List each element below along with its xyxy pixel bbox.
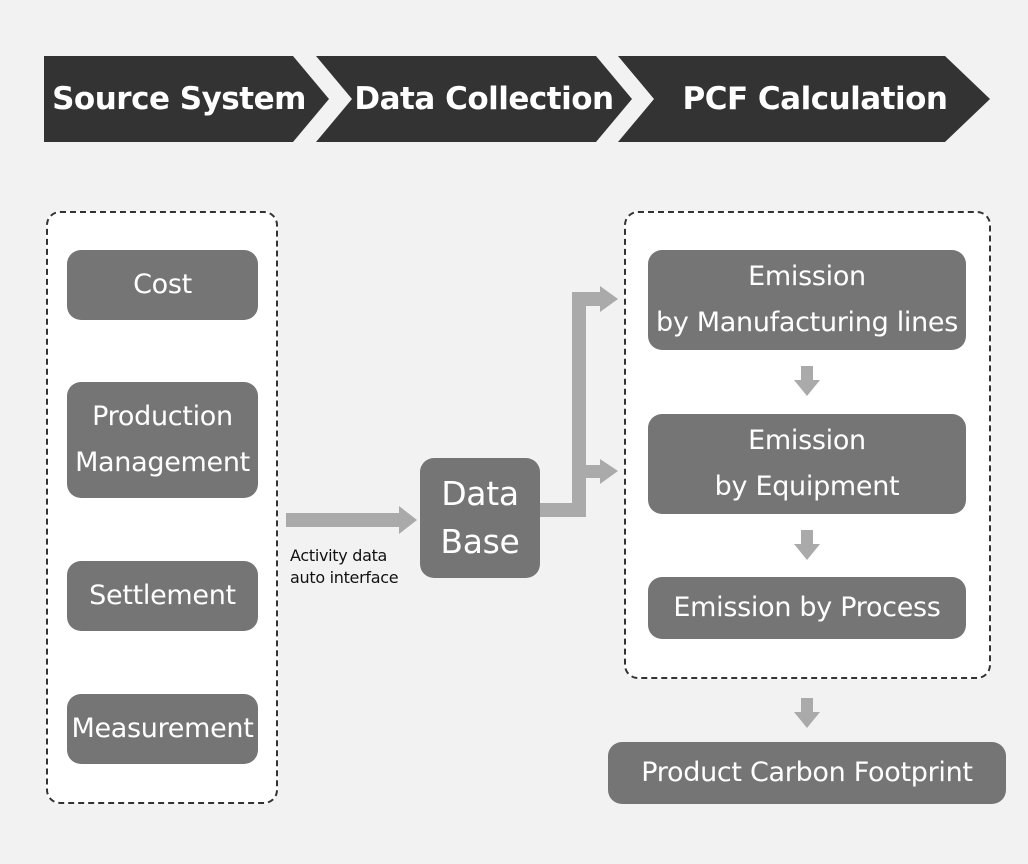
arrow-down-icon: [794, 366, 820, 396]
arrow-right-to-database: [286, 506, 417, 534]
arrow-down-icon: [794, 698, 820, 728]
arrow-down-icon: [794, 530, 820, 560]
flow-arrows: [286, 286, 820, 728]
arrow-database-to-pcf: [540, 286, 618, 517]
